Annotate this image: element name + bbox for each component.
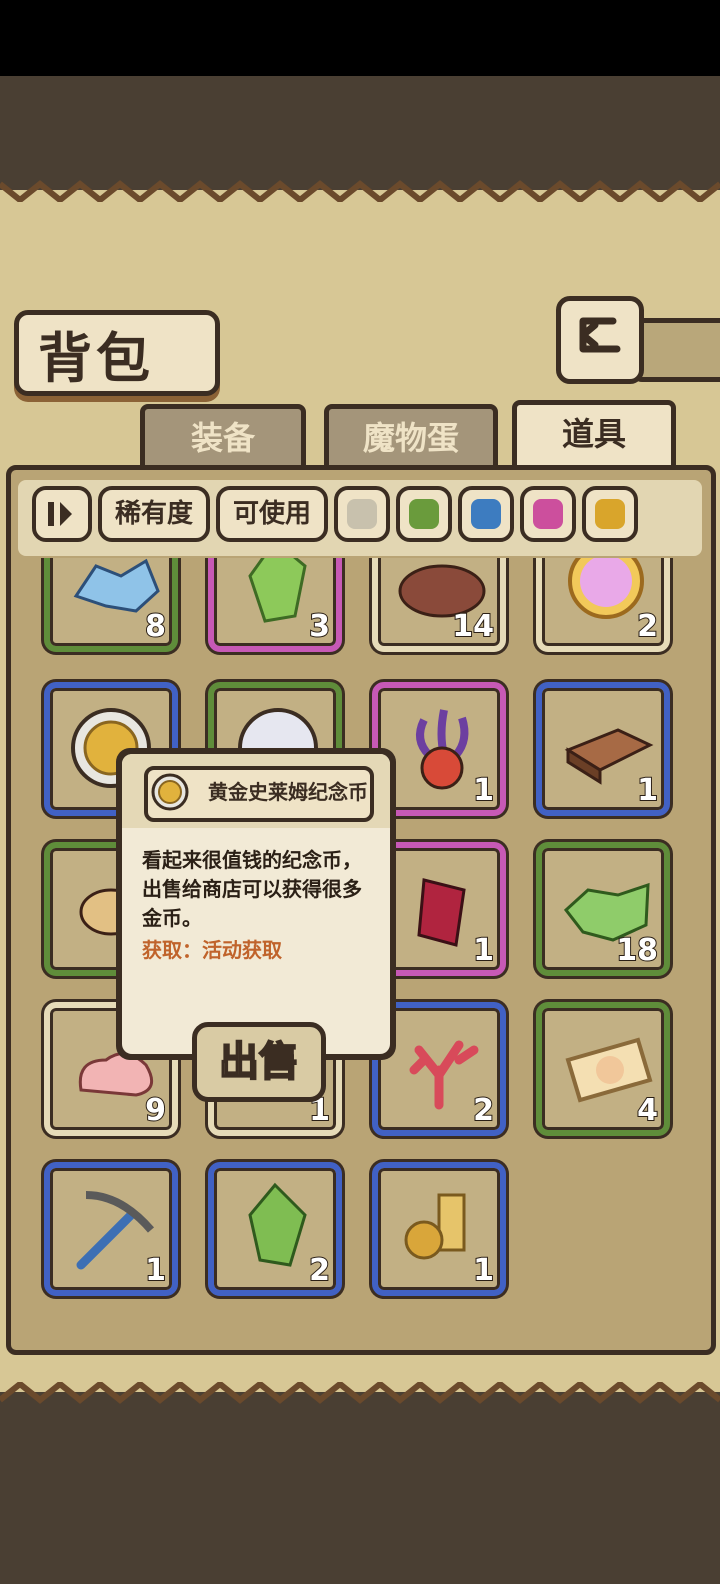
item-count: 1: [144, 1252, 167, 1289]
rarity-white-filter[interactable]: [334, 486, 390, 542]
rarity-gold-swatch: [595, 499, 625, 529]
item-slot-blue-crystal-cluster[interactable]: 8: [44, 558, 178, 652]
rarity-blue-swatch: [471, 499, 501, 529]
tab-monster-eggs-label: 魔物蛋: [362, 419, 459, 457]
item-slot-green-gem[interactable]: 3: [208, 558, 342, 652]
page-title: 背包: [38, 327, 154, 390]
map-background-bottom: [0, 1392, 720, 1584]
tab-equipment-label: 装备: [190, 419, 255, 457]
item-count: 1: [472, 772, 495, 809]
rarity-filter-button[interactable]: 稀有度: [98, 486, 210, 542]
item-count: 1: [472, 932, 495, 969]
tab-items-label: 道具: [561, 415, 626, 453]
item-slot-wood-brick[interactable]: 1: [536, 682, 670, 816]
item-slot-green-shard[interactable]: 2: [208, 1162, 342, 1296]
zigzag-edge-bottom: [0, 1382, 720, 1404]
item-count: 1: [472, 1252, 495, 1289]
tab-monster-eggs[interactable]: 魔物蛋: [324, 404, 498, 472]
rarity-blue-filter[interactable]: [458, 486, 514, 542]
map-background-top: [0, 76, 720, 191]
tooltip-item-name: 黄金史莱姆纪念币: [208, 780, 368, 804]
back-bar: [632, 318, 720, 382]
item-count: 2: [472, 1092, 495, 1129]
item-slot-pickaxe[interactable]: 1: [44, 1162, 178, 1296]
item-count: 9: [144, 1092, 167, 1129]
rarity-white-swatch: [347, 499, 377, 529]
item-count: 4: [636, 1092, 659, 1129]
item-slot-golden-treasure[interactable]: 1: [372, 1162, 506, 1296]
zigzag-edge-top: [0, 180, 720, 202]
item-count: 14: [451, 608, 495, 645]
item-slot-green-ore[interactable]: 18: [536, 842, 670, 976]
item-slot-creature-ticket[interactable]: 4: [536, 1002, 670, 1136]
item-count: 2: [636, 608, 659, 645]
item-count: 18: [615, 932, 659, 969]
rarity-green-swatch: [409, 499, 439, 529]
rarity-pink-filter[interactable]: [520, 486, 576, 542]
tooltip-description: 看起来很值钱的纪念币，出售给商店可以获得很多金币。: [142, 848, 362, 930]
usable-filter-button[interactable]: 可使用: [216, 486, 328, 542]
sell-button[interactable]: 出售: [192, 1022, 326, 1102]
item-count: 1: [636, 772, 659, 809]
sort-toggle-button[interactable]: [32, 486, 92, 542]
tooltip-source: 获取：活动获取: [142, 938, 282, 962]
rarity-gold-filter[interactable]: [582, 486, 638, 542]
rarity-green-filter[interactable]: [396, 486, 452, 542]
item-count: 2: [308, 1252, 331, 1289]
item-count: 3: [308, 608, 331, 645]
golden-slime-coin-icon: [151, 773, 189, 811]
item-slot-dirt-mound[interactable]: 14: [372, 558, 506, 652]
item-slot-rainbow-orb[interactable]: 2: [536, 558, 670, 652]
tab-equipment[interactable]: 装备: [140, 404, 306, 472]
item-count: 8: [144, 608, 167, 645]
back-button[interactable]: [556, 296, 644, 384]
sort-toggle-icon: [48, 502, 72, 526]
return-arrow-icon: [579, 317, 621, 353]
rarity-pink-swatch: [533, 499, 563, 529]
